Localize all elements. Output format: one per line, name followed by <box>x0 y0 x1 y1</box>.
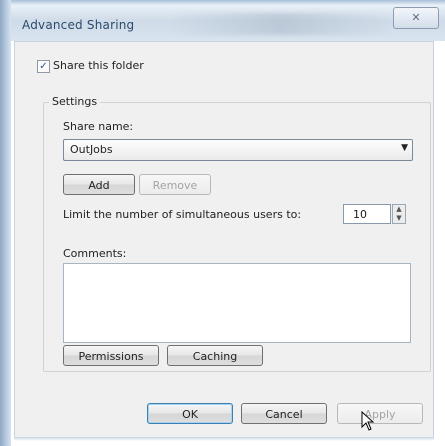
user-limit-spinner[interactable]: ▲ ▼ <box>392 204 406 224</box>
comments-label: Comments: <box>63 247 127 260</box>
user-limit-input[interactable]: 10 <box>343 204 391 224</box>
share-name-dropdown[interactable]: OutJobs ▼ <box>63 139 413 161</box>
share-folder-label[interactable]: Share this folder <box>53 59 144 72</box>
window-title: Advanced Sharing <box>22 18 135 32</box>
user-limit-value: 10 <box>353 208 367 221</box>
checkmark-icon: ✓ <box>39 61 48 72</box>
apply-button[interactable]: Apply <box>337 403 423 424</box>
caching-button[interactable]: Caching <box>167 345 263 366</box>
chevron-down-icon: ▼ <box>401 143 408 153</box>
ok-button[interactable]: OK <box>147 403 233 424</box>
close-button[interactable]: ✕ <box>393 7 439 29</box>
share-name-label: Share name: <box>63 120 134 133</box>
mouse-pointer-icon <box>361 411 375 431</box>
dialog-body: ✓ Share this folder Settings Share name:… <box>14 41 434 439</box>
share-name-value: OutJobs <box>70 143 113 156</box>
comments-textarea[interactable] <box>63 263 411 343</box>
cancel-button[interactable]: Cancel <box>241 403 327 424</box>
window-bottom-edge <box>14 437 434 441</box>
share-folder-checkbox[interactable]: ✓ <box>37 60 50 73</box>
window-frame-left <box>0 0 11 446</box>
close-icon: ✕ <box>411 11 421 24</box>
title-bar-reflection <box>171 13 391 35</box>
user-limit-label: Limit the number of simultaneous users t… <box>63 208 302 221</box>
add-button[interactable]: Add <box>63 174 135 195</box>
settings-group-label: Settings <box>49 95 101 108</box>
spin-down-icon[interactable]: ▼ <box>393 214 405 223</box>
spin-up-icon[interactable]: ▲ <box>393 205 405 214</box>
permissions-button[interactable]: Permissions <box>63 345 159 366</box>
remove-button[interactable]: Remove <box>139 174 211 195</box>
title-bar[interactable]: Advanced Sharing ✕ <box>11 5 445 41</box>
